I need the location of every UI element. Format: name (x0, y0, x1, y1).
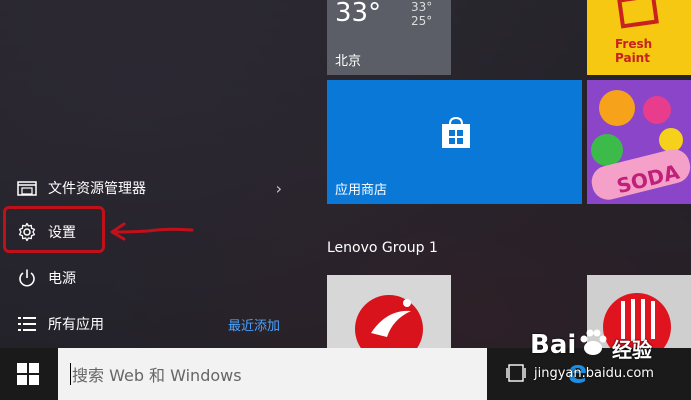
weather-high: 33° (411, 0, 433, 14)
red-circle-logo-icon (355, 295, 423, 350)
menu-item-power[interactable]: 电源 (0, 258, 300, 298)
tile-group-title: Lenovo Group 1 (327, 240, 438, 256)
weather-low: 25° (411, 14, 433, 28)
start-left-pane: 文件资源管理器 › 设置 电源 所有应用 最近添加 (0, 0, 305, 348)
chevron-right-icon[interactable]: › (276, 179, 282, 198)
start-menu: 文件资源管理器 › 设置 电源 所有应用 最近添加 33° 33° 25° 北京… (0, 0, 691, 350)
store-label: 应用商店 (335, 183, 388, 198)
candy-artwork-icon: SODA (587, 80, 691, 204)
menu-item-label: 电源 (48, 271, 76, 287)
fresh-paint-label: Fresh Paint (615, 37, 653, 65)
weather-range: 33° 25° (411, 0, 432, 28)
red-arrow-annotation (110, 222, 194, 241)
watermark-brand-cn: 经验 (612, 338, 652, 362)
task-view-icon[interactable] (506, 364, 526, 382)
store-bag-icon (442, 116, 470, 148)
weather-city: 北京 (335, 54, 362, 69)
paint-frame-icon (617, 0, 659, 29)
text-caret (70, 363, 71, 385)
list-icon (16, 313, 38, 335)
tile-app-red-logo[interactable] (327, 275, 451, 350)
watermark-brand: Bai (530, 330, 577, 360)
search-box[interactable] (58, 348, 487, 400)
tile-store[interactable]: 应用商店 (327, 80, 582, 204)
tile-fresh-paint[interactable]: Fresh Paint (587, 0, 691, 75)
power-icon (16, 267, 38, 289)
folder-icon (16, 177, 38, 199)
menu-item-label: 文件资源管理器 (48, 181, 146, 197)
start-button[interactable] (0, 348, 56, 400)
baidu-watermark: Bai 经验 jingyan.baidu.com (528, 322, 691, 394)
settings-highlight-annotation (3, 206, 105, 253)
watermark-url: jingyan.baidu.com (534, 366, 654, 381)
tile-weather[interactable]: 33° 33° 25° 北京 (327, 0, 451, 75)
windows-logo-icon (17, 363, 39, 385)
menu-item-label: 所有应用 (48, 317, 104, 333)
weather-temperature: 33° (335, 0, 382, 28)
menu-item-file-explorer[interactable]: 文件资源管理器 › (0, 168, 300, 208)
paw-icon (580, 329, 607, 355)
search-input[interactable] (70, 362, 474, 388)
recently-added-label: 最近添加 (227, 318, 280, 334)
tile-candy-game[interactable]: SODA (587, 80, 691, 204)
menu-item-all-apps[interactable]: 所有应用 最近添加 (0, 304, 300, 344)
